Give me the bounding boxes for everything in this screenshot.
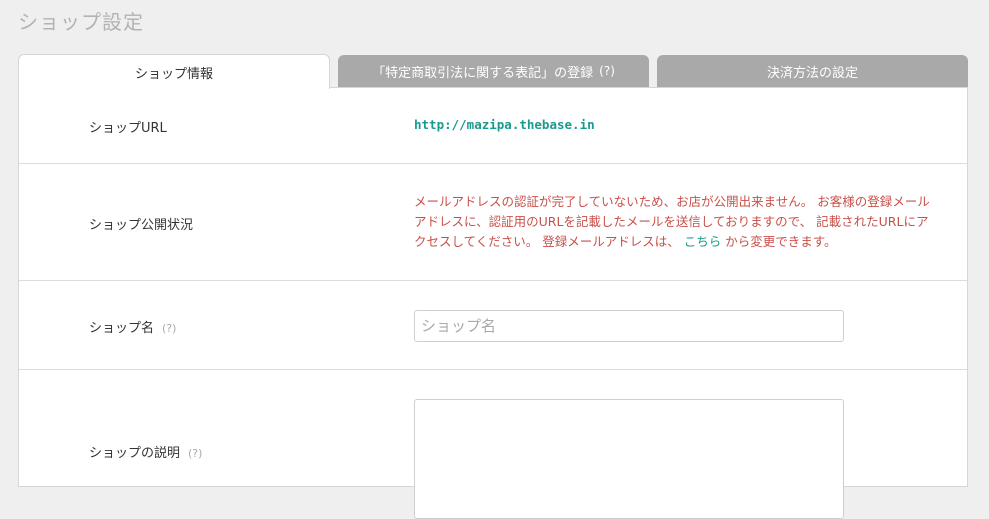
- tab-commercial-law-label: 「特定商取引法に関する表記」の登録: [372, 65, 594, 81]
- shop-url-label: ショップURL: [89, 121, 167, 136]
- help-icon[interactable]: (?): [599, 64, 615, 78]
- publish-status-message: メールアドレスの認証が完了していないため、お店が公開出来ません。 お客様の登録メ…: [414, 192, 934, 252]
- status-message-text: メールアドレスの認証が完了していないため、お店が公開出来ません。 お客様の登録メ…: [414, 194, 930, 249]
- row-shop-url: ショップURL http://mazipa.thebase.in: [19, 88, 967, 164]
- row-publish-status: ショップ公開状況 メールアドレスの認証が完了していないため、お店が公開出来ません…: [19, 164, 967, 281]
- tab-payment-settings[interactable]: 決済方法の設定: [657, 55, 968, 87]
- shop-name-label-group: ショップ名 (?): [89, 317, 176, 336]
- settings-panel: ショップURL http://mazipa.thebase.in ショップ公開状…: [18, 87, 968, 519]
- tab-bar: ショップ情報 「特定商取引法に関する表記」の登録 (?) 決済方法の設定: [18, 54, 968, 89]
- help-icon[interactable]: (?): [188, 447, 202, 460]
- row-shop-name: ショップ名 (?): [19, 281, 967, 370]
- tab-payment-settings-label: 決済方法の設定: [766, 65, 858, 81]
- status-message-tail: から変更できます。: [725, 234, 837, 249]
- change-email-link[interactable]: こちら: [684, 234, 722, 249]
- tab-shop-info-label: ショップ情報: [134, 66, 213, 82]
- shop-description-label: ショップの説明: [89, 446, 181, 461]
- page-title: ショップ設定: [18, 10, 144, 34]
- publish-status-label: ショップ公開状況: [89, 218, 194, 233]
- tab-shop-info[interactable]: ショップ情報: [18, 54, 330, 89]
- shop-url-value[interactable]: http://mazipa.thebase.in: [414, 117, 595, 132]
- shop-description-label-group: ショップの説明 (?): [89, 442, 202, 461]
- shop-name-label: ショップ名: [89, 321, 155, 336]
- row-shop-description: ショップの説明 (?): [19, 370, 967, 519]
- tab-commercial-law[interactable]: 「特定商取引法に関する表記」の登録 (?): [338, 55, 649, 87]
- help-icon[interactable]: (?): [162, 322, 176, 335]
- shop-description-textarea[interactable]: [414, 399, 844, 519]
- shop-name-input[interactable]: [414, 310, 844, 342]
